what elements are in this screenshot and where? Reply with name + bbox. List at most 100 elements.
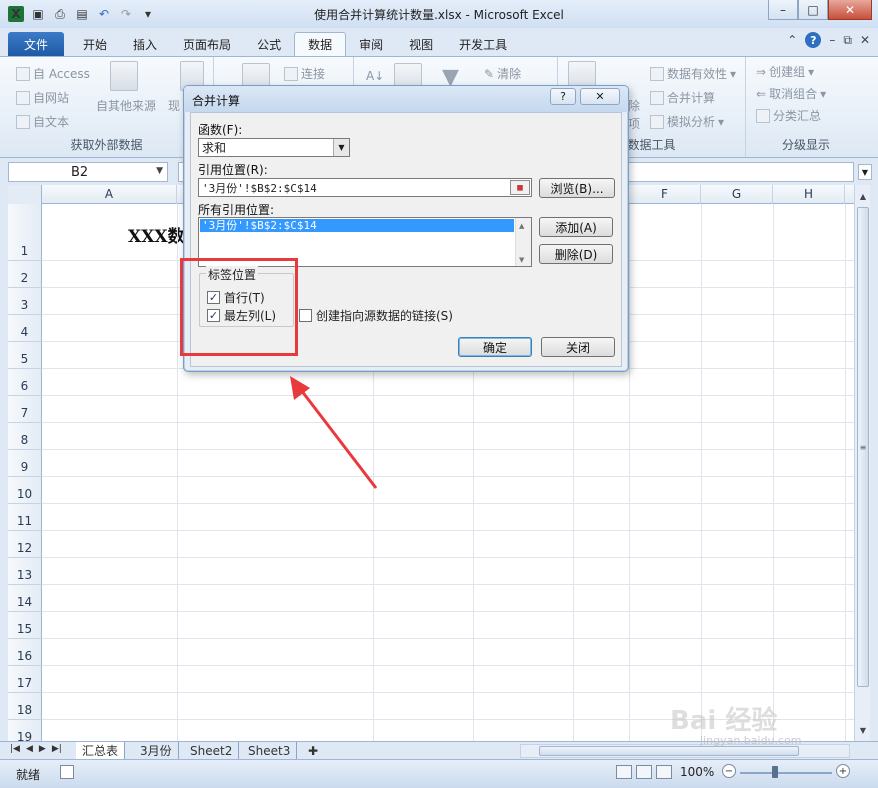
next-sheet-icon[interactable]: ▶: [39, 744, 46, 754]
consolidate-button[interactable]: 合并计算: [650, 89, 715, 106]
existing-connections-button[interactable]: 现: [168, 97, 180, 114]
zoom-out-icon[interactable]: −: [722, 764, 736, 778]
row-header-2[interactable]: 2: [8, 261, 42, 288]
zoom-slider-knob[interactable]: [772, 766, 778, 778]
delete-button[interactable]: 删除(D): [539, 244, 613, 264]
select-all-corner[interactable]: [8, 185, 42, 204]
sheet-tab-sheet2[interactable]: Sheet2: [184, 742, 240, 759]
tab-home[interactable]: 开始: [70, 32, 120, 56]
row-header-8[interactable]: 8: [8, 423, 42, 450]
zoom-in-icon[interactable]: +: [836, 764, 850, 778]
close-button[interactable]: ✕: [828, 0, 872, 20]
remove-duplicates-label[interactable]: 除: [628, 97, 640, 114]
tab-file[interactable]: 文件: [8, 32, 65, 56]
row-header-7[interactable]: 7: [8, 396, 42, 423]
row-header-9[interactable]: 9: [8, 450, 42, 477]
subtotal-button[interactable]: 分类汇总: [756, 107, 821, 124]
ok-button[interactable]: 确定: [458, 337, 532, 357]
maximize-button[interactable]: □: [798, 0, 828, 20]
normal-view-icon[interactable]: [616, 765, 632, 779]
group-button[interactable]: ⇒ 创建组 ▾: [756, 63, 814, 80]
insert-sheet-icon[interactable]: ✚: [302, 742, 324, 759]
row-header-18[interactable]: 18: [8, 693, 42, 720]
scroll-up-icon[interactable]: ▲: [857, 189, 869, 203]
row-header-16[interactable]: 16: [8, 639, 42, 666]
tab-review[interactable]: 审阅: [346, 32, 396, 56]
vertical-scrollbar[interactable]: ▲ ≡ ▼: [854, 185, 870, 741]
row-header-1[interactable]: 1: [8, 204, 42, 261]
tab-developer[interactable]: 开发工具: [446, 32, 520, 56]
collapse-dialog-icon[interactable]: ▦: [510, 180, 530, 195]
sheet-tab-sheet3[interactable]: Sheet3: [242, 742, 298, 759]
function-select[interactable]: 求和 ▼: [198, 138, 350, 157]
tab-formulas[interactable]: 公式: [244, 32, 294, 56]
from-other-sources-button[interactable]: 自其他来源: [96, 97, 156, 114]
doc-restore-icon[interactable]: ⧉: [843, 33, 852, 48]
chevron-down-icon[interactable]: ▼: [333, 139, 349, 156]
scroll-down-icon[interactable]: ▼: [519, 256, 524, 264]
browse-button[interactable]: 浏览(B)...: [539, 178, 615, 198]
create-links-check-icon[interactable]: [299, 309, 312, 322]
zoom-level[interactable]: 100%: [680, 765, 714, 779]
minimize-button[interactable]: –: [768, 0, 798, 20]
tab-view[interactable]: 视图: [396, 32, 446, 56]
scroll-down-icon[interactable]: ▼: [857, 723, 869, 737]
connections-button[interactable]: 连接: [284, 65, 325, 82]
clear-filter-button[interactable]: ✎ 清除: [484, 65, 521, 82]
tab-page-layout[interactable]: 页面布局: [170, 32, 244, 56]
dialog-help-button[interactable]: ?: [550, 88, 576, 105]
what-if-button[interactable]: 模拟分析 ▾: [650, 113, 724, 130]
row-header-15[interactable]: 15: [8, 612, 42, 639]
name-box[interactable]: B2 ▼: [8, 162, 168, 182]
first-sheet-icon[interactable]: |◀: [10, 744, 20, 754]
help-icon[interactable]: ?: [805, 32, 822, 48]
list-scrollbar[interactable]: ▲ ▼: [515, 218, 531, 266]
column-header-a[interactable]: A: [42, 185, 177, 204]
row-header-4[interactable]: 4: [8, 315, 42, 342]
from-web-button[interactable]: 自网站: [16, 89, 69, 106]
chevron-down-icon[interactable]: ▼: [156, 166, 163, 176]
row-header-10[interactable]: 10: [8, 477, 42, 504]
sort-az-button[interactable]: A↓: [366, 69, 384, 83]
from-access-button[interactable]: 自 Access: [16, 65, 90, 82]
column-header-g[interactable]: G: [701, 185, 773, 204]
doc-minimize-icon[interactable]: –: [829, 33, 835, 47]
expand-formula-bar-icon[interactable]: ▼: [858, 164, 872, 180]
last-sheet-icon[interactable]: ▶|: [52, 744, 62, 754]
tab-data[interactable]: 数据: [294, 32, 347, 56]
scroll-up-icon[interactable]: ▲: [519, 222, 524, 230]
page-layout-view-icon[interactable]: [636, 765, 652, 779]
macro-record-icon[interactable]: [60, 765, 74, 779]
close-dialog-button[interactable]: 关闭: [541, 337, 615, 357]
row-header-13[interactable]: 13: [8, 558, 42, 585]
hscroll-thumb[interactable]: [539, 746, 799, 756]
add-button[interactable]: 添加(A): [539, 217, 613, 237]
row-header-11[interactable]: 11: [8, 504, 42, 531]
list-item[interactable]: '3月份'!$B$2:$C$14: [200, 219, 514, 232]
doc-close-icon[interactable]: ✕: [860, 33, 870, 47]
page-break-view-icon[interactable]: [656, 765, 672, 779]
sheet-tab-summary[interactable]: 汇总表: [76, 742, 126, 759]
collapse-ribbon-icon[interactable]: ⌃: [787, 33, 797, 47]
create-links-checkbox[interactable]: 创建指向源数据的链接(S): [299, 307, 453, 324]
row-header-17[interactable]: 17: [8, 666, 42, 693]
prev-sheet-icon[interactable]: ◀: [26, 744, 33, 754]
row-header-19[interactable]: 19: [8, 720, 42, 741]
ungroup-button[interactable]: ⇐ 取消组合 ▾: [756, 85, 826, 102]
tab-insert[interactable]: 插入: [120, 32, 170, 56]
scroll-thumb[interactable]: ≡: [857, 207, 869, 687]
reference-input[interactable]: '3月份'!$B$2:$C$14 ▦: [198, 178, 532, 197]
remove-duplicates-label-2[interactable]: 项: [628, 115, 640, 132]
column-header-h[interactable]: H: [773, 185, 845, 204]
from-text-button[interactable]: 自文本: [16, 113, 69, 130]
row-header-3[interactable]: 3: [8, 288, 42, 315]
data-validation-button[interactable]: 数据有效性 ▾: [650, 65, 736, 82]
sheet-tab-march[interactable]: 3月份: [134, 742, 179, 759]
row-header-12[interactable]: 12: [8, 531, 42, 558]
column-header-f[interactable]: F: [629, 185, 701, 204]
row-header-5[interactable]: 5: [8, 342, 42, 369]
row-header-6[interactable]: 6: [8, 369, 42, 396]
row-header-14[interactable]: 14: [8, 585, 42, 612]
zoom-slider[interactable]: [740, 772, 832, 774]
dialog-close-button[interactable]: ✕: [580, 88, 620, 105]
